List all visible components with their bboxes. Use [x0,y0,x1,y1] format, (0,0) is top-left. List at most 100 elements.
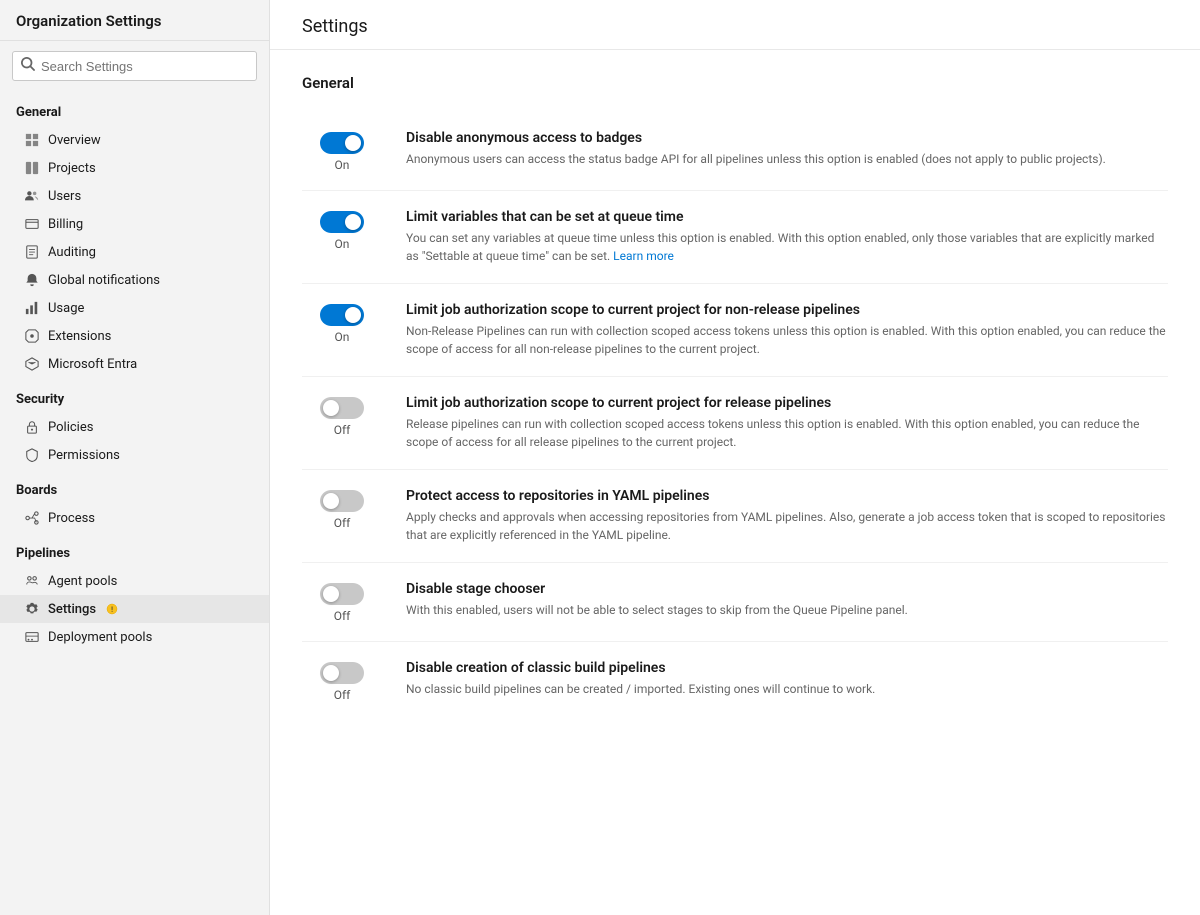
setting-desc-disable-classic-build: No classic build pipelines can be create… [406,680,1168,698]
sidebar-item-microsoft-entra[interactable]: Microsoft Entra [0,350,269,378]
sidebar-item-label: Projects [48,161,96,176]
setting-item-limit-variables: On Limit variables that can be set at qu… [302,191,1168,284]
setting-item-protect-yaml: Off Protect access to repositories in YA… [302,470,1168,563]
search-icon [21,57,35,75]
svg-text:!: ! [111,606,113,614]
setting-item-disable-classic-build: Off Disable creation of classic build pi… [302,642,1168,720]
auditing-icon [24,244,40,260]
toggle-job-auth-release[interactable] [320,397,364,419]
toggle-label-disable-stage-chooser: Off [334,609,351,623]
setting-desc-job-auth-release: Release pipelines can run with collectio… [406,415,1168,451]
sidebar-item-label: Usage [48,301,84,316]
toggle-label-disable-classic-build: Off [334,688,351,702]
gear-icon [24,601,40,617]
setting-title-limit-variables: Limit variables that can be set at queue… [406,209,1168,225]
extensions-icon [24,328,40,344]
search-box[interactable] [12,51,257,81]
setting-desc-job-auth-non-release: Non-Release Pipelines can run with colle… [406,322,1168,358]
sidebar-item-label: Microsoft Entra [48,357,137,372]
sidebar-item-global-notifications[interactable]: Global notifications [0,266,269,294]
projects-icon [24,160,40,176]
sidebar-item-label: Overview [48,133,101,148]
section-title: General [302,74,1168,92]
toggle-area-job-auth-release: Off [302,395,382,437]
toggle-label-protect-yaml: Off [334,516,351,530]
sidebar-item-settings[interactable]: Settings ! [0,595,269,623]
setting-info-anonymous-badges: Disable anonymous access to badges Anony… [406,130,1168,168]
setting-desc-protect-yaml: Apply checks and approvals when accessin… [406,508,1168,544]
settings-badge: ! [106,603,118,615]
toggle-limit-variables[interactable] [320,211,364,233]
setting-info-limit-variables: Limit variables that can be set at queue… [406,209,1168,265]
sidebar-item-label: Global notifications [48,273,160,288]
process-icon [24,510,40,526]
setting-info-protect-yaml: Protect access to repositories in YAML p… [406,488,1168,544]
setting-title-anonymous-badges: Disable anonymous access to badges [406,130,1168,146]
setting-title-job-auth-non-release: Limit job authorization scope to current… [406,302,1168,318]
toggle-area-limit-variables: On [302,209,382,251]
sidebar-item-label: Agent pools [48,574,117,589]
sidebar-title: Organization Settings [0,0,269,41]
setting-desc-disable-stage-chooser: With this enabled, users will not be abl… [406,601,1168,619]
toggle-label-limit-variables: On [335,237,350,251]
setting-info-job-auth-release: Limit job authorization scope to current… [406,395,1168,451]
setting-item-anonymous-badges: On Disable anonymous access to badges An… [302,112,1168,191]
sidebar-item-label: Users [48,189,81,204]
sidebar-item-label: Process [48,511,95,526]
toggle-area-anonymous-badges: On [302,130,382,172]
agent-icon [24,573,40,589]
sidebar-item-label: Billing [48,217,83,232]
deploy-icon [24,629,40,645]
setting-item-disable-stage-chooser: Off Disable stage chooser With this enab… [302,563,1168,642]
sidebar-item-policies[interactable]: Policies [0,413,269,441]
settings-list: On Disable anonymous access to badges An… [302,112,1168,720]
grid-icon [24,132,40,148]
setting-title-disable-stage-chooser: Disable stage chooser [406,581,1168,597]
section-label-pipelines: Pipelines [0,532,269,567]
sidebar-item-permissions[interactable]: Permissions [0,441,269,469]
sidebar-item-label: Policies [48,420,93,435]
sidebar-item-overview[interactable]: Overview [0,126,269,154]
setting-desc-limit-variables: You can set any variables at queue time … [406,229,1168,265]
toggle-disable-classic-build[interactable] [320,662,364,684]
toggle-area-protect-yaml: Off [302,488,382,530]
setting-title-protect-yaml: Protect access to repositories in YAML p… [406,488,1168,504]
main-content-area: Settings General On Disable anonymous ac… [270,0,1200,915]
toggle-protect-yaml[interactable] [320,490,364,512]
sidebar-scroll: General Overview Projects Users Billing [0,91,269,915]
users-icon [24,188,40,204]
sidebar-item-deployment-pools[interactable]: Deployment pools [0,623,269,651]
setting-info-disable-stage-chooser: Disable stage chooser With this enabled,… [406,581,1168,619]
sidebar-item-usage[interactable]: Usage [0,294,269,322]
toggle-job-auth-non-release[interactable] [320,304,364,326]
entra-icon [24,356,40,372]
toggle-disable-stage-chooser[interactable] [320,583,364,605]
section-label-security: Security [0,378,269,413]
learn-more-link[interactable]: Learn more [613,249,674,263]
sidebar-item-label: Auditing [48,245,96,260]
toggle-label-anonymous-badges: On [335,158,350,172]
toggle-anonymous-badges[interactable] [320,132,364,154]
lock-icon [24,419,40,435]
billing-icon [24,216,40,232]
shield-icon [24,447,40,463]
sidebar-item-process[interactable]: Process [0,504,269,532]
sidebar-item-billing[interactable]: Billing [0,210,269,238]
search-input[interactable] [41,59,248,74]
setting-title-job-auth-release: Limit job authorization scope to current… [406,395,1168,411]
sidebar-item-label: Permissions [48,448,120,463]
sidebar-item-users[interactable]: Users [0,182,269,210]
setting-desc-anonymous-badges: Anonymous users can access the status ba… [406,150,1168,168]
sidebar-item-agent-pools[interactable]: Agent pools [0,567,269,595]
sidebar-item-auditing[interactable]: Auditing [0,238,269,266]
section-label-boards: Boards [0,469,269,504]
settings-content: General On Disable anonymous access to b… [270,50,1200,744]
setting-info-job-auth-non-release: Limit job authorization scope to current… [406,302,1168,358]
sidebar: Organization Settings General Overview P… [0,0,270,915]
toggle-label-job-auth-non-release: On [335,330,350,344]
sidebar-item-projects[interactable]: Projects [0,154,269,182]
toggle-area-job-auth-non-release: On [302,302,382,344]
toggle-area-disable-classic-build: Off [302,660,382,702]
usage-icon [24,300,40,316]
sidebar-item-extensions[interactable]: Extensions [0,322,269,350]
